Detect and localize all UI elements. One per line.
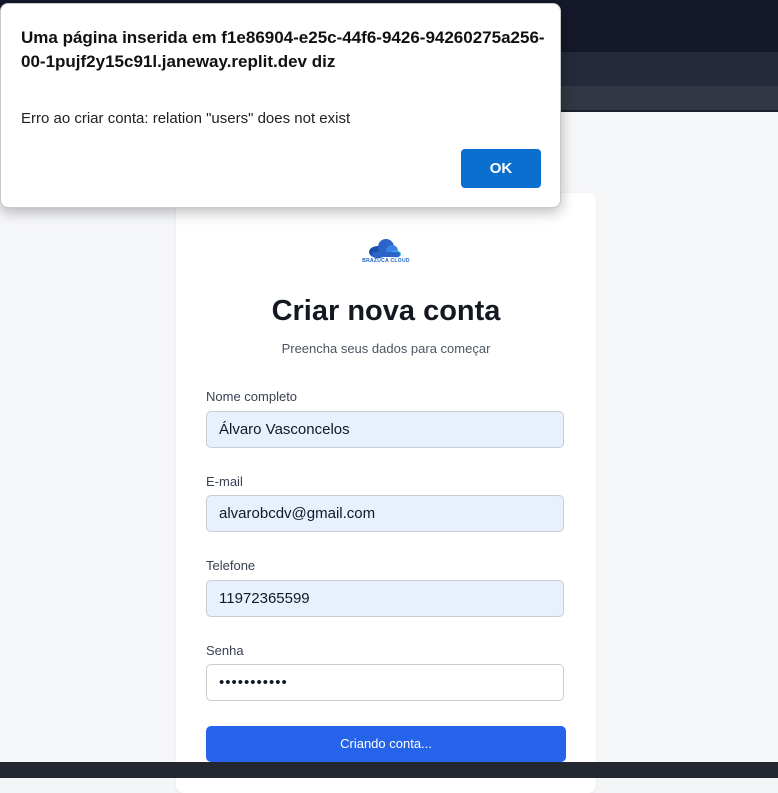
password-label: Senha: [206, 643, 244, 658]
ok-button[interactable]: OK: [461, 149, 541, 188]
taskbar: [0, 762, 778, 778]
create-account-button[interactable]: Criando conta...: [206, 726, 566, 762]
cloud-icon: [369, 239, 401, 258]
password-input[interactable]: •••••••••••: [206, 664, 564, 701]
dialog-message: Erro ao criar conta: relation "users" do…: [21, 110, 351, 127]
dialog-title: Uma página inserida em f1e86904-e25c-44f…: [21, 28, 545, 71]
email-input[interactable]: alvarobcdv@gmail.com: [206, 495, 564, 532]
name-input[interactable]: Álvaro Vasconcelos: [206, 411, 564, 448]
email-label: E-mail: [206, 474, 243, 489]
phone-input[interactable]: 11972365599: [206, 580, 564, 617]
phone-label: Telefone: [206, 558, 256, 573]
name-label: Nome completo: [206, 389, 298, 404]
brand-logo: BRAZUCA CLOUD: [361, 237, 411, 267]
alert-dialog: Uma página inserida em f1e86904-e25c-44f…: [0, 3, 561, 208]
brand-name: BRAZUCA CLOUD: [362, 258, 410, 264]
signup-card: BRAZUCA CLOUD Criar nova conta Preencha …: [176, 193, 596, 793]
page-subtitle: Preencha seus dados para começar: [281, 341, 491, 356]
page-title: Criar nova conta: [271, 295, 501, 327]
